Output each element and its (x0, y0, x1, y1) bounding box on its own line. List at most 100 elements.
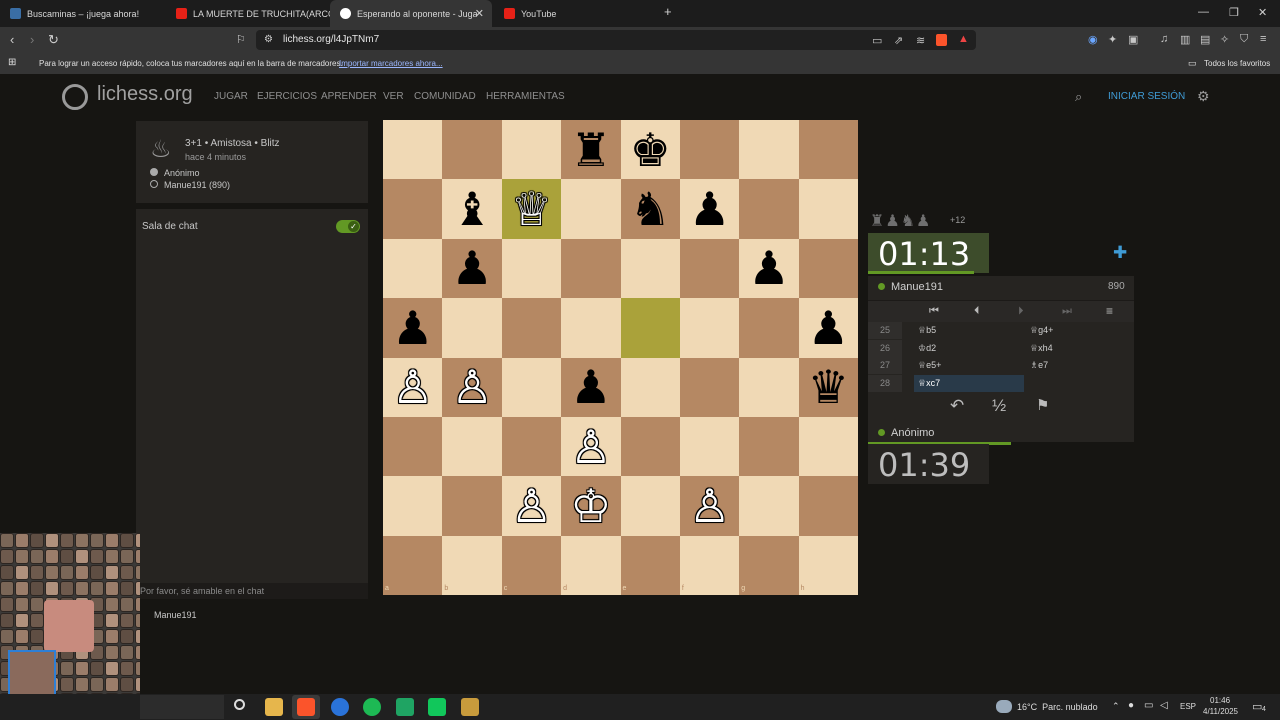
square-e4[interactable] (620, 357, 680, 417)
import-bookmarks-link[interactable]: Importar marcadores ahora... (339, 59, 443, 68)
tab-buscaminas[interactable]: Buscaminas – ¡juega ahora! (0, 0, 164, 27)
chat-toggle[interactable]: ✓ (336, 220, 360, 233)
volume-icon[interactable]: ◁ (1160, 700, 1168, 711)
square-c7[interactable]: ♕ (501, 179, 562, 239)
white-move[interactable]: ♕b5 (918, 322, 936, 336)
square-a7[interactable] (383, 179, 443, 239)
menu-ejercicios[interactable]: EJERCICIOS (257, 91, 317, 102)
piece-c7[interactable]: ♕ (511, 186, 552, 232)
square-f7[interactable]: ♟ (679, 179, 740, 239)
weather-text[interactable]: 16°C Parc. nublado (1017, 702, 1098, 712)
square-b6[interactable]: ♟ (442, 238, 502, 299)
piece-e8[interactable]: ♚ (630, 127, 671, 173)
gear-icon[interactable]: ⚙ (1197, 88, 1210, 105)
square-g2[interactable] (739, 476, 799, 536)
network-icon[interactable]: ▭ (1144, 700, 1153, 711)
square-h8[interactable] (798, 120, 858, 180)
restore-icon[interactable]: ❐ (1229, 6, 1239, 19)
square-g1[interactable] (739, 535, 799, 595)
square-f6[interactable] (679, 238, 740, 299)
back-icon[interactable]: ‹ (10, 32, 14, 47)
bookmark-icon[interactable]: ⚐ (236, 33, 246, 46)
black-player[interactable]: Manue191 (890) (164, 180, 230, 190)
vpn-icon[interactable]: ⛉ (1240, 33, 1248, 46)
explorer-icon[interactable] (265, 698, 283, 716)
square-g5[interactable] (739, 298, 799, 358)
forward-icon[interactable]: › (30, 32, 34, 47)
square-f3[interactable] (679, 416, 740, 477)
piece-b7[interactable]: ♝ (451, 186, 492, 232)
screen-icon[interactable]: ▭ (872, 34, 882, 47)
apps-icon[interactable]: ⊞ (8, 57, 16, 68)
extensions-icon[interactable]: ✦ (1108, 33, 1117, 46)
white-player[interactable]: Anónimo (164, 168, 200, 178)
piece-d2[interactable]: ♔ (570, 483, 611, 529)
wallet-icon[interactable]: ▣ (1128, 33, 1138, 46)
square-g7[interactable] (739, 179, 799, 239)
piece-d4[interactable]: ♟ (570, 364, 611, 410)
brave-icon[interactable] (297, 698, 315, 716)
black-move[interactable]: ♕g4+ (1030, 322, 1053, 336)
black-move[interactable]: ♕xh4 (1030, 340, 1053, 354)
brave-shield-icon[interactable] (936, 34, 947, 46)
last-move-icon[interactable]: ⏭ (1062, 305, 1072, 318)
square-d4[interactable]: ♟ (561, 357, 621, 417)
ai-icon[interactable]: ✧ (1220, 33, 1229, 46)
square-a1[interactable] (383, 535, 443, 595)
square-a3[interactable] (383, 416, 443, 477)
square-g6[interactable]: ♟ (739, 238, 799, 299)
menu-herramientas[interactable]: HERRAMIENTAS (486, 91, 565, 102)
menu-icon[interactable]: ≡ (1106, 304, 1113, 318)
tab-lichess[interactable]: Esperando al oponente - Jugar ✕ (330, 0, 492, 27)
piece-g6[interactable]: ♟ (748, 245, 789, 291)
square-d3[interactable]: ♙ (561, 416, 621, 477)
square-b5[interactable] (442, 298, 502, 358)
first-move-icon[interactable]: ⏮ (929, 305, 939, 318)
close-icon[interactable]: ✕ (475, 7, 484, 20)
white-move[interactable]: ♔d2 (918, 340, 936, 354)
taskbar-search[interactable] (140, 695, 224, 719)
square-h3[interactable] (798, 416, 858, 477)
reload-icon[interactable]: ↻ (48, 32, 59, 48)
piece-d3[interactable]: ♙ (570, 424, 611, 470)
square-a4[interactable]: ♙ (383, 357, 443, 417)
tab-youtube[interactable]: YouTube (494, 0, 658, 27)
piece-h5[interactable]: ♟ (808, 305, 849, 351)
square-a2[interactable] (383, 476, 443, 536)
square-b8[interactable] (442, 120, 502, 180)
sidebar-icon[interactable]: ▥ (1180, 33, 1190, 46)
square-d5[interactable] (561, 298, 621, 358)
square-c5[interactable] (501, 298, 562, 358)
share-icon[interactable]: ⇗ (894, 34, 903, 47)
kick-icon[interactable] (428, 698, 446, 716)
site-brand[interactable]: lichess.org (97, 83, 193, 106)
piece-e7[interactable]: ♞ (630, 186, 671, 232)
square-c8[interactable] (501, 120, 562, 180)
piece-b6[interactable]: ♟ (451, 245, 492, 291)
square-f5[interactable] (679, 298, 740, 358)
piece-f2[interactable]: ♙ (689, 483, 730, 529)
mic-icon[interactable]: ● (1128, 700, 1134, 711)
square-e3[interactable] (620, 416, 680, 477)
square-f4[interactable] (679, 357, 740, 417)
opponent-name[interactable]: Manue191 (891, 281, 943, 293)
square-e5[interactable] (620, 298, 680, 358)
square-d8[interactable]: ♜ (561, 120, 621, 180)
add-time-icon[interactable]: ✚ (1113, 243, 1127, 263)
league-icon[interactable] (461, 698, 479, 716)
lichess-logo-icon[interactable] (62, 84, 88, 110)
brave-rewards-icon[interactable]: ▲ (958, 33, 969, 45)
language[interactable]: ESP (1180, 702, 1196, 711)
close-window-icon[interactable]: ✕ (1258, 6, 1267, 19)
square-f8[interactable] (679, 120, 740, 180)
square-h1[interactable] (798, 535, 858, 595)
menu-ver[interactable]: VER (383, 91, 404, 102)
piece-b4[interactable]: ♙ (451, 364, 492, 410)
url-bar[interactable]: ⚙ lichess.org/l4JpTNm7 ▭ ⇗ ≋ ▲ (256, 30, 976, 50)
resign-flag-icon[interactable]: ⚑ (1036, 396, 1049, 414)
chat-input[interactable]: Por favor, sé amable en el chat (136, 583, 368, 599)
wallet2-icon[interactable]: ▤ (1200, 33, 1210, 46)
piece-h4[interactable]: ♛ (808, 364, 849, 410)
square-g8[interactable] (739, 120, 799, 180)
tray-chevron-icon[interactable]: ⌃ (1112, 701, 1120, 712)
